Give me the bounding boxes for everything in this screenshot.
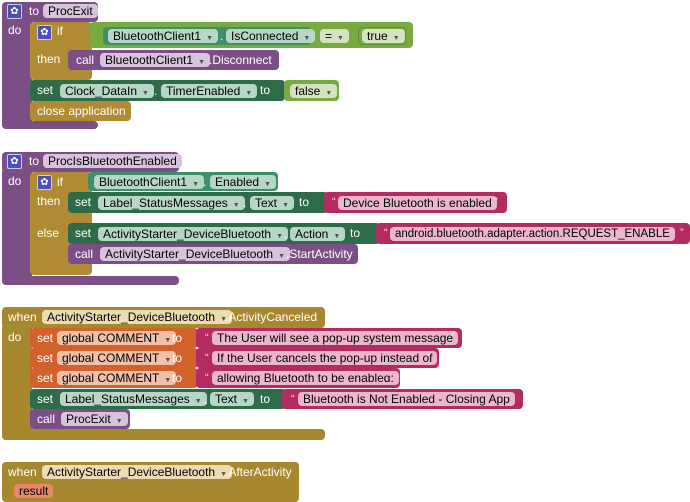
keyword-to: to bbox=[172, 371, 183, 385]
quote-open: “ bbox=[205, 352, 209, 364]
quote-open: “ bbox=[291, 393, 295, 405]
keyword-set: set bbox=[75, 226, 92, 240]
component-dropdown[interactable]: BluetoothClient1 ▼ bbox=[94, 175, 204, 189]
keyword-set: set bbox=[37, 331, 54, 345]
quote-close: ” bbox=[505, 393, 509, 405]
component-dropdown[interactable]: Label_StatusMessages ▼ bbox=[60, 392, 207, 406]
keyword-when: when bbox=[8, 310, 37, 324]
keyword-to: to bbox=[350, 226, 361, 240]
quote-close: ” bbox=[388, 372, 392, 384]
quote-close: ” bbox=[680, 227, 684, 239]
dot: . bbox=[154, 84, 158, 98]
dot: . bbox=[203, 175, 207, 189]
dot: . bbox=[284, 227, 288, 241]
keyword-if: if bbox=[57, 175, 63, 189]
keyword-then: then bbox=[37, 194, 61, 208]
text-field[interactable]: Bluetooth is Not Enabled - Closing App bbox=[298, 392, 515, 406]
keyword-call: call bbox=[37, 412, 56, 426]
method-name: .Disconnect bbox=[209, 53, 272, 67]
quote-close: ” bbox=[427, 352, 431, 364]
keyword-set: set bbox=[37, 83, 54, 97]
component-dropdown[interactable]: Label_StatusMessages ▼ bbox=[98, 196, 245, 210]
keyword-do: do bbox=[8, 23, 22, 37]
variable-dropdown[interactable]: global COMMENT ▼ bbox=[57, 351, 177, 365]
text-field[interactable]: If the User cancels the pop-up instead o… bbox=[212, 351, 438, 365]
false-dropdown[interactable]: false ▼ bbox=[290, 84, 338, 98]
property-dropdown[interactable]: Text ▼ bbox=[250, 196, 294, 210]
property-dropdown[interactable]: Enabled ▼ bbox=[210, 175, 276, 189]
keyword-to: to bbox=[299, 195, 310, 209]
close-application-label: close application bbox=[37, 104, 126, 118]
operator-dropdown[interactable]: = ▼ bbox=[320, 29, 349, 43]
event-name: .AfterActivity bbox=[225, 465, 292, 479]
property-dropdown[interactable]: TimerEnabled ▼ bbox=[161, 84, 258, 98]
quote-close: ” bbox=[494, 196, 498, 208]
component-dropdown[interactable]: ActivityStarter_DeviceBluetooth ▼ bbox=[98, 227, 289, 241]
text-field[interactable]: allowing Bluetooth to be enabled: bbox=[212, 371, 399, 385]
dot: . bbox=[243, 196, 247, 210]
component-dropdown[interactable]: Clock_DataIn ▼ bbox=[60, 84, 154, 98]
gear-icon[interactable]: ✿ bbox=[7, 4, 22, 19]
event-name: .ActivityCanceled bbox=[225, 310, 318, 324]
quote-open: “ bbox=[205, 372, 209, 384]
procedure-name-field[interactable]: ProcExit bbox=[43, 4, 98, 18]
true-dropdown[interactable]: true ▼ bbox=[362, 29, 405, 43]
text-field[interactable]: Device Bluetooth is enabled bbox=[338, 196, 497, 210]
keyword-to: to bbox=[172, 351, 183, 365]
keyword-then: then bbox=[37, 52, 61, 66]
keyword-to: to bbox=[29, 154, 40, 168]
keyword-to: to bbox=[172, 331, 183, 345]
component-dropdown[interactable]: ActivityStarter_DeviceBluetooth ▼ bbox=[100, 247, 291, 261]
keyword-do: do bbox=[8, 174, 22, 188]
keyword-set: set bbox=[37, 351, 54, 365]
quote-open: “ bbox=[384, 227, 388, 239]
keyword-when: when bbox=[8, 465, 37, 479]
keyword-call: call bbox=[75, 247, 94, 261]
component-dropdown[interactable]: BluetoothClient1 ▼ bbox=[100, 53, 210, 67]
gear-icon[interactable]: ✿ bbox=[37, 175, 52, 190]
text-field[interactable]: The User will see a pop-up system messag… bbox=[212, 331, 459, 345]
keyword-set: set bbox=[75, 195, 92, 209]
variable-dropdown[interactable]: global COMMENT ▼ bbox=[57, 371, 177, 385]
method-name: .StartActivity bbox=[286, 247, 353, 261]
keyword-do: do bbox=[8, 330, 22, 344]
property-dropdown[interactable]: IsConnected ▼ bbox=[226, 29, 316, 43]
keyword-to: to bbox=[260, 83, 271, 97]
gear-icon[interactable]: ✿ bbox=[37, 25, 52, 40]
variable-dropdown[interactable]: global COMMENT ▼ bbox=[57, 331, 177, 345]
text-field[interactable]: android.bluetooth.adapter.action.REQUEST… bbox=[390, 227, 675, 241]
gear-icon[interactable]: ✿ bbox=[7, 154, 22, 169]
dot: . bbox=[204, 393, 208, 407]
property-dropdown[interactable]: Action ▼ bbox=[290, 227, 346, 241]
keyword-to: to bbox=[29, 4, 40, 18]
property-dropdown[interactable]: Text ▼ bbox=[210, 392, 254, 406]
quote-open: “ bbox=[205, 332, 209, 344]
result-parameter[interactable]: result bbox=[14, 484, 54, 498]
keyword-else: else bbox=[37, 226, 60, 240]
procedure-dropdown[interactable]: ProcExit ▼ bbox=[61, 412, 128, 426]
keyword-if: if bbox=[57, 24, 63, 38]
quote-close: ” bbox=[451, 332, 455, 344]
quote-open: “ bbox=[332, 196, 336, 208]
component-dropdown[interactable]: ActivityStarter_DeviceBluetooth ▼ bbox=[42, 465, 233, 479]
component-dropdown[interactable]: ActivityStarter_DeviceBluetooth ▼ bbox=[42, 310, 233, 324]
keyword-to: to bbox=[260, 392, 271, 406]
keyword-call: call bbox=[76, 53, 95, 67]
keyword-set: set bbox=[37, 371, 54, 385]
component-dropdown[interactable]: BluetoothClient1 ▼ bbox=[108, 29, 218, 43]
keyword-set: set bbox=[37, 392, 54, 406]
dot: . bbox=[220, 29, 224, 43]
procedure-name-field[interactable]: ProcIsBluetoothEnabled bbox=[43, 154, 182, 168]
